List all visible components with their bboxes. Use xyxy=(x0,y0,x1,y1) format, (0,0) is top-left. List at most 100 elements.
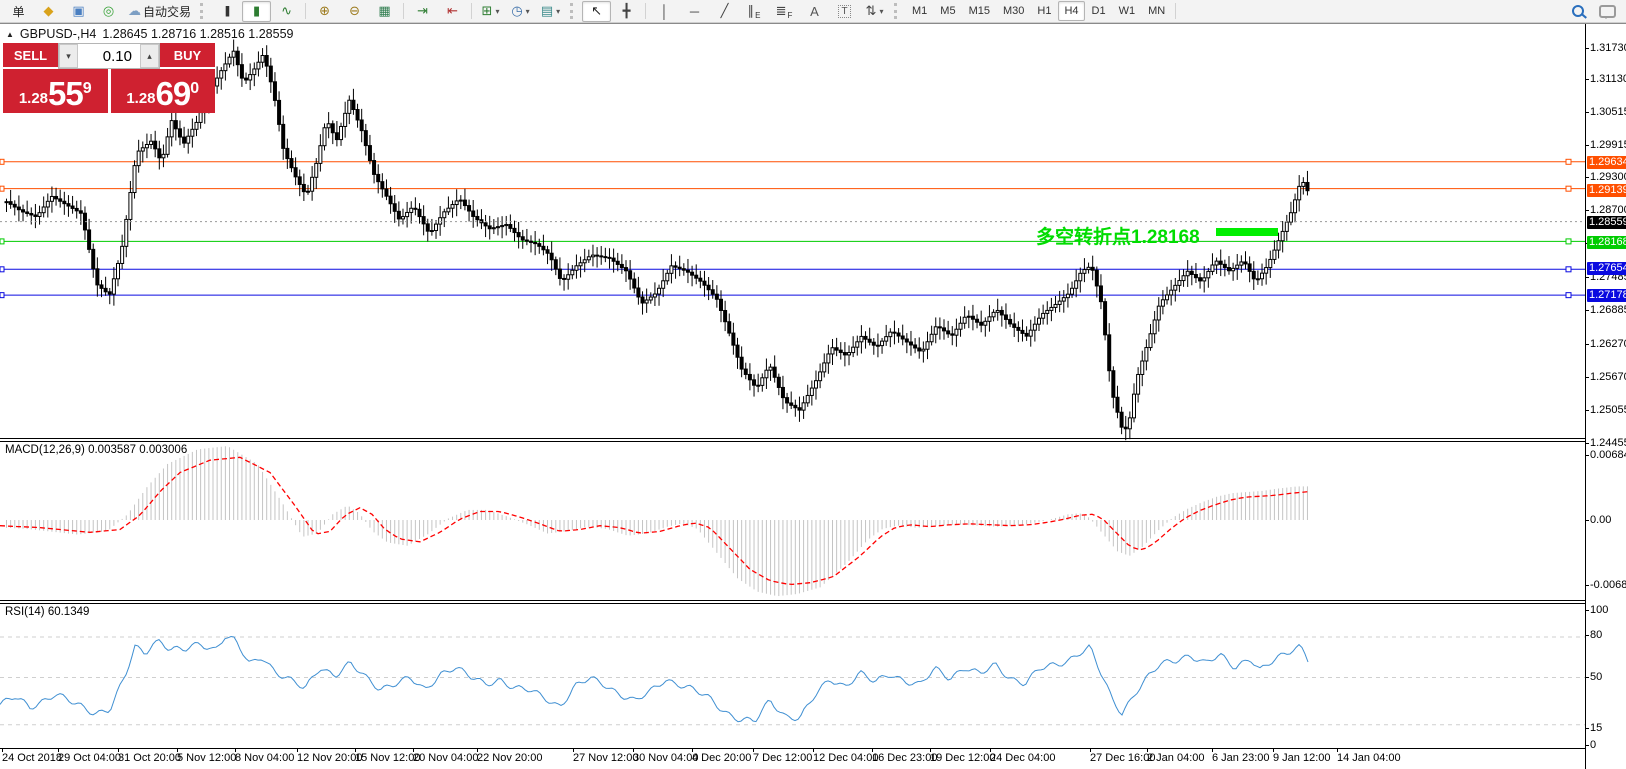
buy-price-prefix: 1.28 xyxy=(126,88,155,110)
pivot-annotation: 多空转折点1.28168 xyxy=(1036,222,1200,249)
bar-chart-button[interactable]: ||| xyxy=(212,1,241,22)
toolbar-separator xyxy=(305,3,306,19)
auto-scroll-button[interactable]: ⇥ xyxy=(408,1,437,22)
zoom-in-button[interactable]: ⊕ xyxy=(310,1,339,22)
zoom-out-button[interactable]: ⊖ xyxy=(340,1,369,22)
price-tick: 1.29300 xyxy=(1590,171,1626,183)
buy-price-sup: 0 xyxy=(190,69,199,109)
time-tick: 6 Jan 23:00 xyxy=(1212,752,1270,764)
mt4-terminal: 单◆▣◎☁自动交易 ||| ▮ ∿ ⊕⊖ ▦ ⇥⇤ ⊞▾◷▾▤▾ ↖ ╋ │ ─ ╱∥E≣FAT⇅▾ M1… xyxy=(0,0,1626,769)
price-axis: 1.317301.311301.305151.299151.293001.287… xyxy=(1585,24,1626,769)
line-chart-button[interactable]: ∿ xyxy=(272,1,301,22)
fibonacci-button[interactable]: ≣F xyxy=(770,1,799,22)
timeframe-h4-button[interactable]: H4 xyxy=(1058,1,1084,21)
periods-button[interactable]: ◷▾ xyxy=(506,1,535,22)
time-tick: 12 Nov 20:00 xyxy=(297,752,362,764)
toolbar-grip[interactable] xyxy=(570,3,576,19)
timeframe-m30-button[interactable]: M30 xyxy=(997,1,1030,21)
sell-price-button[interactable]: 1.28 55 9 xyxy=(3,69,108,113)
rsi-tick: 15 xyxy=(1590,722,1602,734)
volume-decrease-button[interactable]: ▾ xyxy=(59,44,78,68)
search-button[interactable] xyxy=(1563,1,1592,22)
chart-shift-button[interactable]: ⇤ xyxy=(438,1,467,22)
price-tick: 1.26885 xyxy=(1590,304,1626,316)
text-label-button[interactable]: T xyxy=(830,1,859,22)
timeframe-mn-button[interactable]: MN xyxy=(1142,1,1171,21)
sell-price-sup: 9 xyxy=(83,69,92,109)
main-macd-separator-2 xyxy=(0,441,1626,442)
line-chart-icon: ∿ xyxy=(281,3,292,19)
macd-rsi-separator[interactable] xyxy=(0,600,1626,601)
buy-price-big: 69 xyxy=(156,77,191,110)
toolbar-grip[interactable] xyxy=(200,3,206,19)
market-button[interactable]: ▣ xyxy=(64,1,93,22)
time-tick: 24 Oct 2018 xyxy=(2,752,62,764)
macd-tick: 0.006844 xyxy=(1590,449,1626,461)
one-click-trading-panel: SELL ▾ 0.10 ▴ BUY 1.28 55 9 1.28 69 0 xyxy=(3,43,215,113)
candlestick-icon: ▮ xyxy=(253,3,260,19)
arrows-button[interactable]: ⇅▾ xyxy=(860,1,889,22)
sell-price-big: 55 xyxy=(48,77,83,110)
time-tick: 2 Jan 04:00 xyxy=(1147,752,1205,764)
autotrading-icon: ☁ xyxy=(128,3,141,19)
price-tick: 1.30515 xyxy=(1590,106,1626,118)
signals-button[interactable]: ◎ xyxy=(94,1,123,22)
level-price-label: 1.27178 xyxy=(1587,289,1626,302)
rsi-tick: 100 xyxy=(1590,604,1608,616)
templates-button[interactable]: ▤▾ xyxy=(536,1,565,22)
level-price-label: 1.29139 xyxy=(1587,184,1626,197)
time-tick: 15 Nov 12:00 xyxy=(355,752,420,764)
buy-price-button[interactable]: 1.28 69 0 xyxy=(111,69,216,113)
volume-input[interactable]: 0.10 xyxy=(78,44,140,68)
horizontal-line-button[interactable]: ─ xyxy=(680,1,709,22)
collapse-trade-panel-icon[interactable]: ▲ xyxy=(6,30,14,39)
indicators-button[interactable]: ⊞▾ xyxy=(476,1,505,22)
buy-button[interactable]: BUY xyxy=(160,43,215,69)
fibonacci-icon: ≣ xyxy=(776,3,787,19)
cursor-icon: ↖ xyxy=(591,3,602,19)
equidistant-channel-button[interactable]: ∥E xyxy=(740,1,769,22)
rsi-tick: 80 xyxy=(1590,629,1602,641)
price-tick: 1.31730 xyxy=(1590,42,1626,54)
time-tick: 14 Jan 04:00 xyxy=(1337,752,1401,764)
vertical-line-button[interactable]: │ xyxy=(650,1,679,22)
crosshair-button[interactable]: ╋ xyxy=(612,1,641,22)
dropdown-caret-icon: ▾ xyxy=(879,7,883,16)
macd-rsi-separator-2 xyxy=(0,603,1626,604)
dropdown-caret-icon: ▾ xyxy=(556,7,560,16)
chart-title-bar: ▲ GBPUSD-,H4 1.28645 1.28716 1.28516 1.2… xyxy=(6,27,293,41)
macd-indicator-label: MACD(12,26,9) 0.003587 0.003006 xyxy=(5,444,187,456)
new-order-button[interactable]: 单 xyxy=(4,1,33,22)
horizontal-line-icon: ─ xyxy=(690,4,699,19)
timeframe-h1-button[interactable]: H1 xyxy=(1031,1,1057,21)
toolbar-grip[interactable] xyxy=(894,3,900,19)
main-macd-separator[interactable] xyxy=(0,438,1626,439)
autotrading-button[interactable]: ☁自动交易 xyxy=(124,1,195,22)
macd-tick: -0.006894 xyxy=(1590,579,1626,591)
metaeditor-button[interactable]: ◆ xyxy=(34,1,63,22)
time-tick: 31 Oct 20:00 xyxy=(118,752,181,764)
cursor-button[interactable]: ↖ xyxy=(582,1,611,22)
tile-windows-icon: ▦ xyxy=(378,3,390,19)
tile-windows-button[interactable]: ▦ xyxy=(370,1,399,22)
chat-button[interactable] xyxy=(1593,1,1622,22)
volume-increase-button[interactable]: ▴ xyxy=(140,44,159,68)
macd-layer xyxy=(0,446,1308,596)
rsi-line xyxy=(0,637,1308,722)
time-tick: 19 Dec 12:00 xyxy=(930,752,995,764)
chart-canvas[interactable] xyxy=(0,23,1585,769)
trendline-button[interactable]: ╱ xyxy=(710,1,739,22)
timeframe-m5-button[interactable]: M5 xyxy=(934,1,961,21)
toolbar: 单◆▣◎☁自动交易 ||| ▮ ∿ ⊕⊖ ▦ ⇥⇤ ⊞▾◷▾▤▾ ↖ ╋ │ ─ ╱∥E≣FAT⇅▾ M1… xyxy=(0,0,1626,23)
text-button[interactable]: A xyxy=(800,1,829,22)
timeframe-m15-button[interactable]: M15 xyxy=(963,1,996,21)
timeframe-w1-button[interactable]: W1 xyxy=(1113,1,1142,21)
candlestick-button[interactable]: ▮ xyxy=(242,1,271,22)
price-tick: 1.25055 xyxy=(1590,404,1626,416)
timeframe-d1-button[interactable]: D1 xyxy=(1086,1,1112,21)
sell-button[interactable]: SELL xyxy=(3,43,58,69)
rsi-indicator-label: RSI(14) 60.1349 xyxy=(5,606,89,618)
price-tick: 1.29915 xyxy=(1590,139,1626,151)
timeframe-m1-button[interactable]: M1 xyxy=(906,1,933,21)
time-tick: 9 Jan 12:00 xyxy=(1273,752,1331,764)
